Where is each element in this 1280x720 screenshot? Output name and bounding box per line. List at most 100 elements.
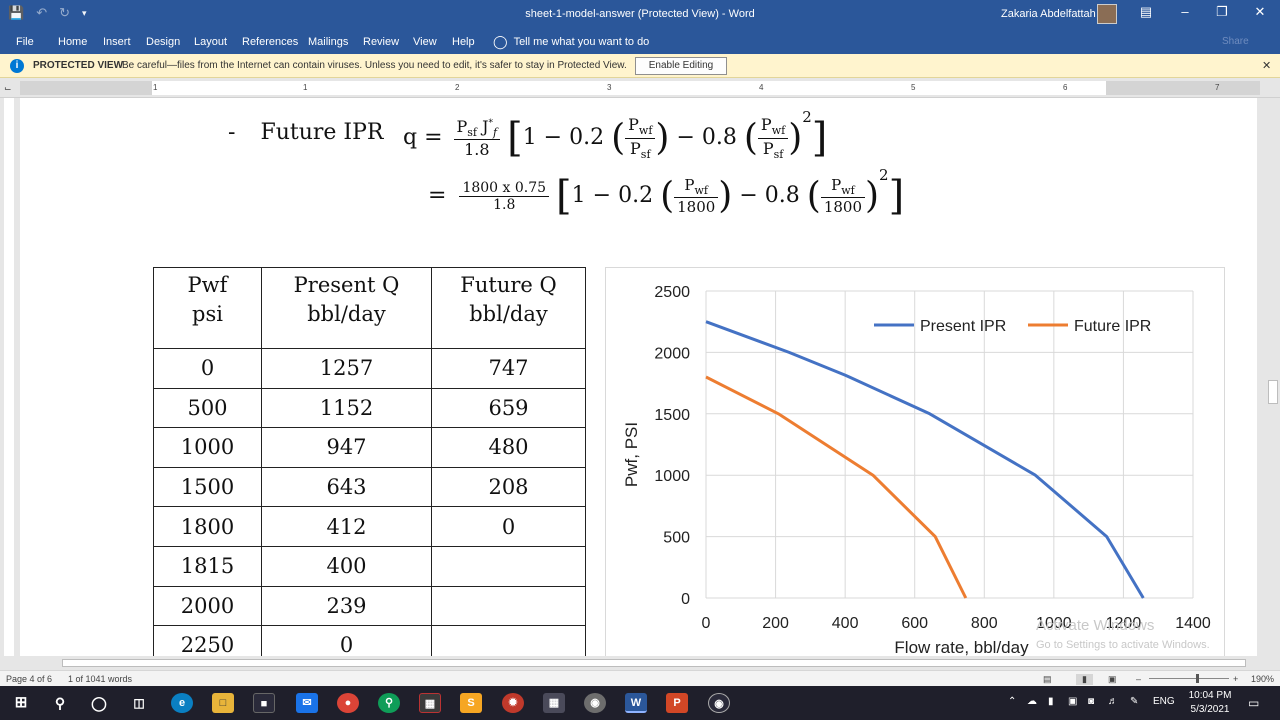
edge-icon[interactable]: e bbox=[171, 693, 193, 713]
ratio-den: P bbox=[630, 138, 641, 158]
horizontal-ruler[interactable]: ⌙ 1 1 2 3 4 5 6 7 bbox=[0, 78, 1280, 98]
ratio-num-sub: wf bbox=[841, 184, 855, 197]
search-icon[interactable]: ⚲ bbox=[49, 693, 71, 713]
maximize-icon[interactable]: ❐ bbox=[1212, 4, 1232, 20]
zoom-slider-thumb[interactable] bbox=[1196, 674, 1199, 683]
table-row: 2000 239 bbox=[153, 585, 586, 627]
onedrive-icon[interactable]: ☁ bbox=[1027, 696, 1037, 707]
task-view-icon[interactable]: ◫ bbox=[128, 693, 150, 713]
tab-references[interactable]: References bbox=[242, 36, 298, 48]
pen-icon[interactable]: ✎ bbox=[1130, 696, 1138, 707]
close-bar-icon[interactable]: ✕ bbox=[1262, 59, 1271, 72]
vertical-ruler[interactable] bbox=[0, 98, 18, 656]
exponent: 2 bbox=[802, 108, 812, 126]
zoom-in-icon[interactable]: + bbox=[1233, 674, 1238, 684]
user-avatar[interactable] bbox=[1097, 4, 1117, 24]
ruler-number: 5 bbox=[911, 83, 916, 92]
table-row: 2250 0 bbox=[153, 625, 586, 656]
series-line-future-ipr bbox=[705, 375, 968, 599]
tab-file[interactable]: File bbox=[16, 36, 34, 48]
tab-layout[interactable]: Layout bbox=[194, 36, 227, 48]
y-tick-label: 2500 bbox=[654, 284, 690, 301]
y-tick-label: 500 bbox=[663, 530, 690, 547]
app-icon[interactable]: ◉ bbox=[584, 693, 606, 713]
word-window: 💾 ↶ ↻ ▾ sheet-1-model-answer (Protected … bbox=[0, 0, 1280, 720]
ipr-chart[interactable]: 0 200 400 600 800 1000 1200 1400 0 500 1000 1500 200… bbox=[605, 267, 1225, 656]
word-taskbar-icon[interactable]: W bbox=[625, 693, 647, 713]
cell-future-q bbox=[431, 545, 586, 587]
tab-insert[interactable]: Insert bbox=[103, 36, 131, 48]
language-indicator[interactable]: ENG bbox=[1153, 696, 1175, 707]
print-layout-icon[interactable]: ▮ bbox=[1076, 674, 1093, 685]
vertical-scroll-thumb[interactable] bbox=[1268, 380, 1278, 404]
tell-me-box[interactable]: ◯ Tell me what you want to do bbox=[493, 34, 649, 50]
ribbon-display-options-icon[interactable]: ▤ bbox=[1136, 4, 1156, 20]
enable-editing-button[interactable]: Enable Editing bbox=[635, 57, 727, 75]
powerpoint-icon[interactable]: P bbox=[666, 693, 688, 713]
wifi-icon[interactable]: ◙ bbox=[1088, 696, 1094, 707]
zoom-out-icon[interactable]: – bbox=[1136, 674, 1141, 684]
notifications-icon[interactable]: ▭ bbox=[1248, 696, 1259, 710]
horizontal-scrollbar[interactable] bbox=[0, 656, 1280, 670]
header-future-q: Future Q bbl/day bbox=[431, 267, 586, 349]
tab-mailings[interactable]: Mailings bbox=[308, 36, 348, 48]
y-axis-label: Pwf, PSI bbox=[622, 422, 641, 487]
windows-start-icon[interactable]: ⊞ bbox=[10, 693, 32, 713]
activate-windows-subtext: Go to Settings to activate Windows. bbox=[1036, 639, 1210, 651]
app-star-icon[interactable]: ✹ bbox=[502, 693, 524, 713]
formula-2-term-a: 1 − 0.2 bbox=[571, 183, 654, 208]
protected-view-message: Be careful—files from the Internet can c… bbox=[122, 60, 627, 71]
ruler-left-margin bbox=[20, 81, 152, 95]
close-icon[interactable]: ✕ bbox=[1250, 4, 1270, 20]
sublime-icon[interactable]: S bbox=[460, 693, 482, 713]
minimize-icon[interactable]: – bbox=[1175, 4, 1195, 19]
ratio-num: P bbox=[760, 115, 772, 135]
volume-icon[interactable]: ♬ bbox=[1108, 696, 1118, 707]
tab-view[interactable]: View bbox=[413, 36, 437, 48]
cortana-icon[interactable]: ◯ bbox=[88, 693, 110, 713]
tab-review[interactable]: Review bbox=[363, 36, 399, 48]
vertical-scrollbar[interactable] bbox=[1266, 98, 1280, 656]
tab-selector-icon[interactable]: ⌙ bbox=[4, 83, 12, 94]
table-row: 0 1257 747 bbox=[153, 348, 586, 389]
protected-view-bar: i PROTECTED VIEW Be careful—files from t… bbox=[0, 54, 1280, 78]
share-button[interactable]: Share bbox=[1222, 36, 1249, 47]
word-count[interactable]: 1 of 1041 words bbox=[68, 674, 132, 684]
maps-icon[interactable]: ⚲ bbox=[378, 693, 400, 713]
exponent: 2 bbox=[879, 166, 889, 184]
zoom-slider[interactable] bbox=[1149, 678, 1229, 679]
cell-present-q: 1257 bbox=[261, 348, 432, 389]
zoom-level[interactable]: 190% bbox=[1251, 674, 1274, 684]
ide-icon[interactable]: ▦ bbox=[419, 693, 441, 713]
tab-help[interactable]: Help bbox=[452, 36, 475, 48]
user-name[interactable]: Zakaria Abdelfattah bbox=[1001, 8, 1096, 20]
mail-icon[interactable]: ✉ bbox=[296, 693, 318, 713]
cell-pwf: 1800 bbox=[153, 506, 262, 547]
tray-app-icon[interactable]: ▣ bbox=[1068, 696, 1077, 707]
calculator-icon[interactable]: ▦ bbox=[543, 693, 565, 713]
tab-home[interactable]: Home bbox=[58, 36, 87, 48]
tab-design[interactable]: Design bbox=[146, 36, 180, 48]
left-paren: ( bbox=[806, 175, 821, 217]
file-explorer-icon[interactable]: □ bbox=[212, 693, 234, 713]
obs-icon[interactable]: ◉ bbox=[708, 693, 730, 713]
cell-present-q: 400 bbox=[261, 545, 432, 587]
store-icon[interactable]: ■ bbox=[253, 693, 275, 713]
horizontal-scroll-thumb[interactable] bbox=[62, 659, 1246, 667]
x-tick-label: 400 bbox=[832, 615, 859, 632]
tray-chevron-icon[interactable]: ⌃ bbox=[1008, 696, 1016, 707]
page-count[interactable]: Page 4 of 6 bbox=[6, 674, 52, 684]
chrome-icon[interactable]: ● bbox=[337, 693, 359, 713]
taskbar-clock[interactable]: 10:04 PM 5/3/2021 bbox=[1182, 689, 1238, 717]
x-tick-label: 1400 bbox=[1175, 615, 1211, 632]
numerator-j: J bbox=[477, 116, 489, 136]
ratio-num-sub: wf bbox=[771, 124, 786, 138]
ratio-num: P bbox=[831, 176, 842, 194]
read-mode-icon[interactable]: ▤ bbox=[1043, 674, 1052, 685]
formula-1-term-b: − 0.8 bbox=[676, 125, 737, 150]
title-bar: 💾 ↶ ↻ ▾ sheet-1-model-answer (Protected … bbox=[0, 0, 1280, 28]
web-layout-icon[interactable]: ▣ bbox=[1108, 674, 1117, 685]
cell-pwf: 1500 bbox=[153, 466, 262, 508]
battery-icon[interactable]: ▮ bbox=[1048, 696, 1054, 707]
document-page[interactable]: - Future IPR q = Psf J*f 1.8 [1 − 0.2 (P… bbox=[20, 98, 1257, 656]
